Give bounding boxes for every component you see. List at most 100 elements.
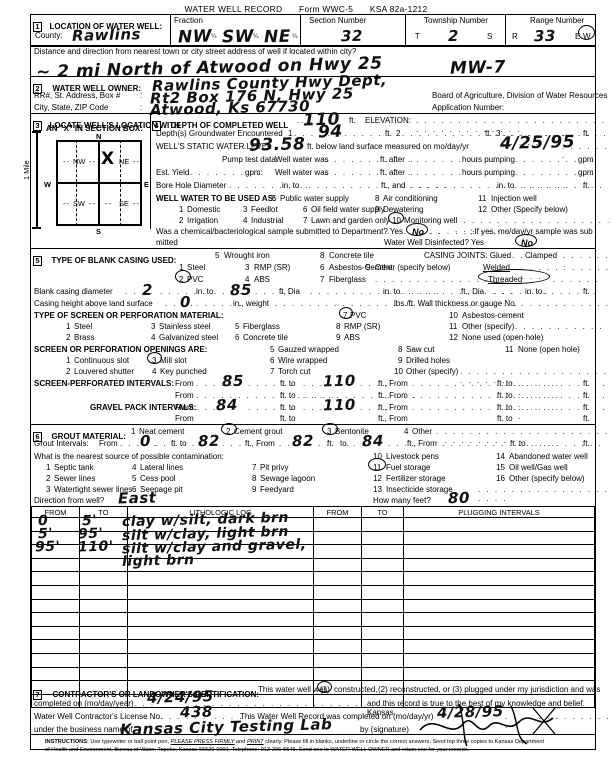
grout-opt-3-num[interactable]: 3 — [327, 427, 331, 436]
table-cell[interactable] — [361, 544, 404, 559]
table-cell[interactable] — [403, 598, 595, 614]
casing-opt-9-text[interactable]: Other (specify below) — [375, 263, 451, 272]
use-option-11-num[interactable]: 11 — [478, 194, 486, 203]
table-cell[interactable] — [127, 625, 314, 641]
casing-opt-8-text[interactable]: Concrete tile — [329, 251, 374, 260]
table-cell[interactable] — [31, 625, 80, 641]
casing-opt-6-num[interactable]: 6 — [320, 263, 324, 272]
table-row[interactable] — [31, 652, 595, 668]
opening-9-text[interactable]: Drilled holes — [406, 356, 450, 365]
table-cell[interactable] — [361, 612, 404, 627]
perf-row1-to-value[interactable]: 110 — [323, 372, 356, 391]
table-cell[interactable] — [79, 612, 128, 627]
opening-2-text[interactable]: Louvered shutter — [74, 367, 134, 376]
cert-opt-1[interactable]: (1) — [320, 685, 330, 694]
table-cell[interactable] — [403, 517, 595, 532]
opening-9-num[interactable]: 9 — [398, 356, 402, 365]
screen-mat-3-text[interactable]: Stainless steel — [159, 322, 211, 331]
casing-opt-3-num[interactable]: 3 — [245, 263, 249, 272]
township-value[interactable]: 2 — [448, 27, 459, 45]
cert-opt-2-text[interactable]: (2) reconstructed, or (3) plugged under … — [378, 685, 600, 694]
screen-mat-5-text[interactable]: Fiberglass — [243, 322, 280, 331]
use-option-12-text[interactable]: Other (Specify below) — [491, 205, 568, 214]
use-option-9-num[interactable]: 9 — [375, 205, 379, 214]
opening-11-num[interactable]: 11 — [505, 345, 513, 354]
table-cell[interactable] — [31, 571, 80, 586]
table-cell[interactable] — [79, 571, 128, 586]
fraction-quarter-3[interactable]: NE — [264, 27, 291, 48]
use-option-10-num[interactable]: 10 — [392, 216, 401, 225]
use-option-7-num[interactable]: 7 — [303, 216, 307, 225]
table-cell[interactable] — [403, 639, 595, 654]
contam-13-text[interactable]: Insecticide storage — [386, 485, 453, 494]
screen-mat-11-text[interactable]: Other (specify) — [462, 322, 514, 331]
use-option-4-num[interactable]: 4 — [243, 216, 247, 225]
casing-joints-threaded[interactable]: Threaded — [488, 275, 522, 284]
table-cell[interactable] — [313, 625, 362, 641]
lith-row-3-to[interactable]: 110' — [78, 539, 114, 556]
table-cell[interactable] — [313, 517, 362, 532]
table-cell[interactable] — [361, 530, 404, 546]
gravel-row1-to-value[interactable]: 110 — [323, 396, 356, 415]
grout-opt-2-text[interactable]: Cement grout — [234, 427, 282, 436]
opening-11-text[interactable]: None (open hole) — [518, 345, 580, 354]
lith-row-4-log[interactable]: light brn — [122, 552, 195, 570]
table-cell[interactable] — [31, 652, 80, 668]
table-cell[interactable] — [361, 666, 404, 682]
contam-2-num[interactable]: 2 — [46, 474, 50, 483]
lith-row-3-from[interactable]: 95' — [35, 539, 61, 556]
table-cell[interactable] — [403, 666, 595, 682]
table-row[interactable] — [31, 666, 595, 682]
grout-opt-4-num[interactable]: 4 — [404, 427, 408, 436]
table-row[interactable] — [31, 557, 595, 573]
contam-16-num[interactable]: 16 — [496, 474, 505, 483]
contam-10-text[interactable]: Livestock pens — [386, 452, 439, 461]
blank-casing-diameter-value[interactable]: 2 — [142, 281, 153, 299]
table-cell[interactable] — [79, 625, 128, 641]
screen-mat-3-num[interactable]: 3 — [151, 322, 155, 331]
blank-casing-diameter-to-value[interactable]: 85 — [230, 281, 252, 300]
contam-7-text[interactable]: Pit privy — [260, 463, 288, 472]
screen-mat-6-text[interactable]: Concrete tile — [243, 333, 288, 342]
table-cell[interactable] — [403, 612, 595, 627]
contam-16-text[interactable]: Other (specify below) — [509, 474, 585, 483]
table-row[interactable] — [31, 639, 595, 654]
how-many-feet-value[interactable]: 80 — [448, 489, 470, 508]
table-cell[interactable] — [127, 571, 314, 586]
screen-mat-2-num[interactable]: 2 — [66, 333, 70, 342]
use-option-11-text[interactable]: Injection well — [491, 194, 537, 203]
table-cell[interactable] — [31, 557, 80, 573]
opening-5-num[interactable]: 5 — [270, 345, 274, 354]
contam-12-num[interactable]: 12 — [373, 474, 382, 483]
table-cell[interactable] — [403, 584, 595, 600]
opening-3-text[interactable]: Mill slot — [160, 356, 187, 365]
contam-14-num[interactable]: 14 — [496, 452, 505, 461]
contam-5-text[interactable]: Cess pool — [140, 474, 176, 483]
grout-row2-to-value[interactable]: 84 — [362, 432, 384, 451]
table-cell[interactable] — [31, 598, 80, 614]
grout-row2-from-value[interactable]: 82 — [292, 432, 314, 451]
sample-submitted-answer[interactable]: No — [412, 227, 424, 237]
table-cell[interactable] — [313, 557, 362, 573]
table-cell[interactable] — [79, 557, 128, 573]
use-option-8-text[interactable]: Air conditioning — [383, 194, 438, 203]
contam-13-num[interactable]: 13 — [373, 485, 382, 494]
casing-opt-9-num[interactable]: 9 — [366, 263, 370, 272]
contam-8-num[interactable]: 8 — [252, 474, 256, 483]
contam-11-text[interactable]: Fuel storage — [386, 463, 430, 472]
screen-mat-12-num[interactable]: 12 — [449, 333, 458, 342]
table-cell[interactable] — [127, 598, 314, 614]
contam-3-num[interactable]: 3 — [46, 485, 50, 494]
contam-4-num[interactable]: 4 — [132, 463, 136, 472]
gw-1-value[interactable]: 94 — [318, 122, 343, 143]
grout-row1-from-value[interactable]: 0 — [140, 432, 151, 450]
table-cell[interactable] — [79, 666, 128, 682]
table-cell[interactable] — [313, 598, 362, 614]
screen-mat-5-num[interactable]: 5 — [235, 322, 239, 331]
grout-opt-4-text[interactable]: Other — [412, 427, 432, 436]
table-cell[interactable] — [79, 639, 128, 654]
table-cell[interactable] — [403, 530, 595, 546]
contam-7-num[interactable]: 7 — [252, 463, 256, 472]
use-option-5-text[interactable]: Public water supply — [280, 194, 349, 203]
contam-11-num[interactable]: 11 — [373, 463, 381, 472]
